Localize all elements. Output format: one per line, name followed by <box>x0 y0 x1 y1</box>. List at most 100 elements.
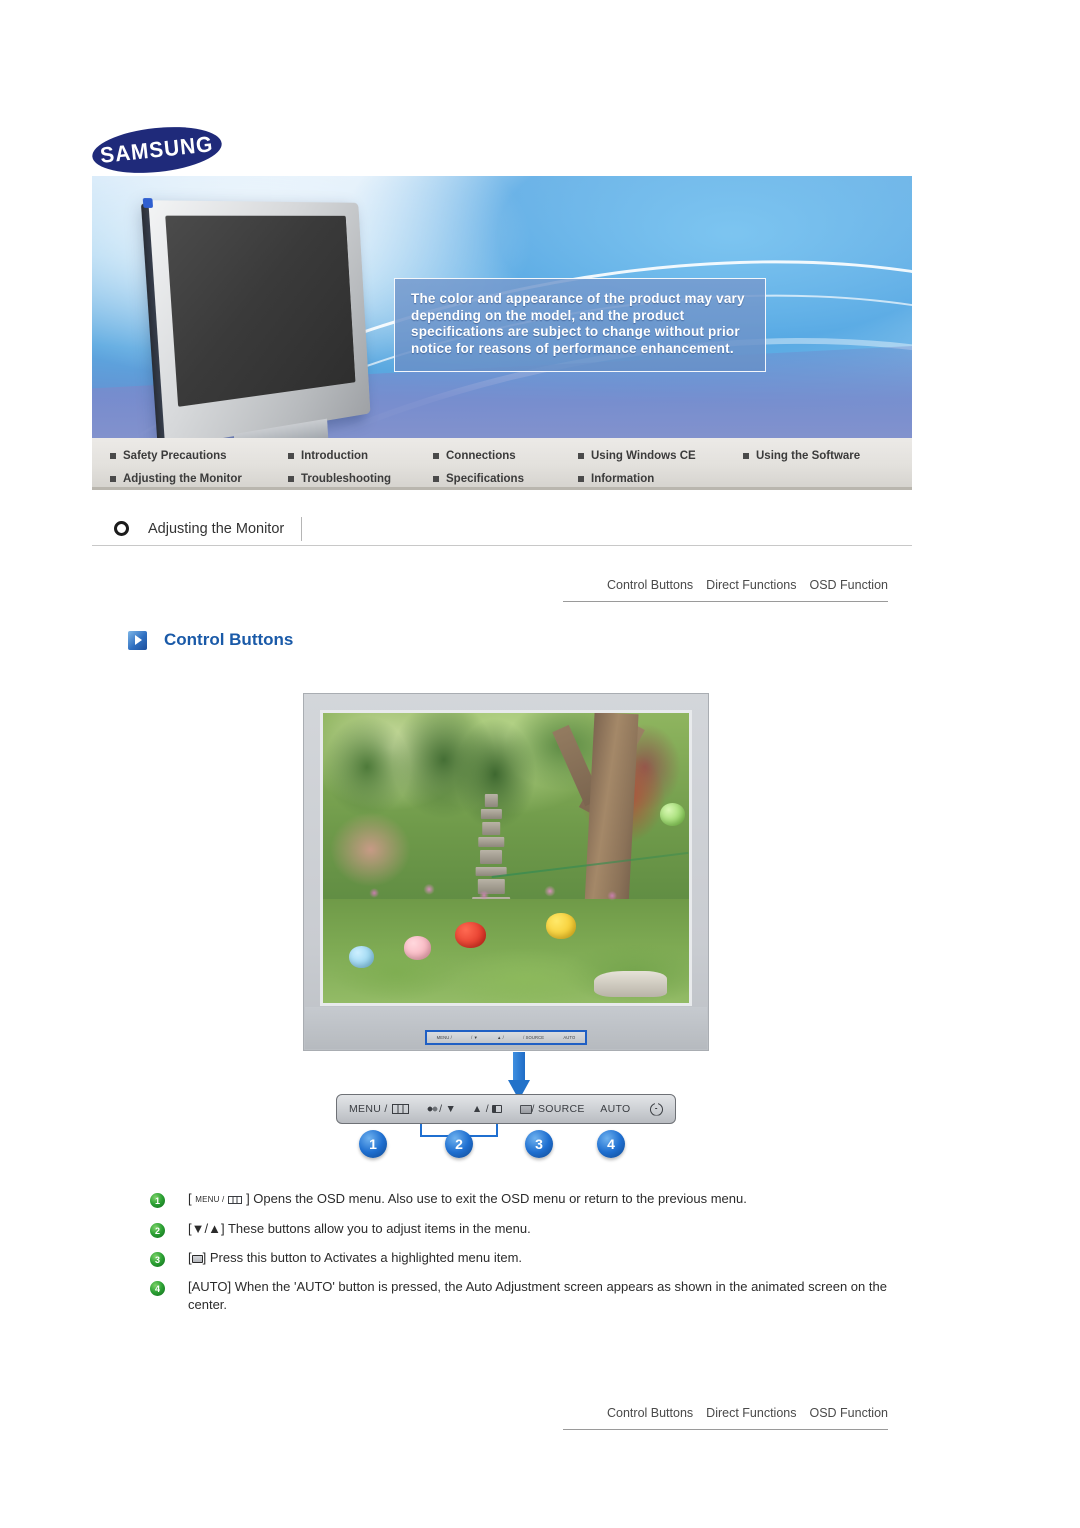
nav-item-using-windows-ce[interactable]: Using Windows CE <box>578 450 743 462</box>
square-bullet-icon <box>578 452 584 459</box>
nav-label: Introduction <box>301 449 369 462</box>
strip-source-label: / SOURCE <box>523 1035 545 1040</box>
down-arrow-icon <box>508 1052 530 1100</box>
breadcrumb-bottom: Control Buttons Direct Functions OSD Fun… <box>563 1400 888 1430</box>
square-bullet-icon <box>433 452 439 459</box>
enter-icon <box>519 1104 532 1114</box>
inline-menu-label: MENU / <box>195 1195 225 1204</box>
page-title-text: Control Buttons <box>164 630 294 649</box>
menu-button-label: MENU / <box>349 1103 388 1115</box>
photo-rock <box>593 971 668 998</box>
square-bullet-icon <box>288 452 294 459</box>
callout-badge-3: 3 <box>525 1130 553 1158</box>
nav-item-connections[interactable]: Connections <box>433 450 578 462</box>
monitor-button-strip-highlight[interactable]: MENU / / ▼ ▲ / / SOURCE AUTO <box>425 1030 587 1045</box>
osd-menu-icon <box>391 1104 409 1114</box>
logo-ellipse: SAMSUNG <box>90 121 224 179</box>
callout-badge-4: 4 <box>597 1130 625 1158</box>
nav-item-using-the-software[interactable]: Using the Software <box>743 450 860 462</box>
monitor-bottom-bezel: MENU / / ▼ ▲ / / SOURCE AUTO <box>305 1007 707 1049</box>
hero-monitor-image <box>140 197 371 438</box>
description-item-2: 2 [▼/▲] These buttons allow you to adjus… <box>150 1220 890 1238</box>
description-body: ] Press this button to Activates a highl… <box>202 1250 523 1265</box>
strip-up-label: ▲ / <box>497 1035 504 1040</box>
monitor-illustration: MENU / / ▼ ▲ / / SOURCE AUTO <box>303 693 709 1051</box>
volume-icon <box>491 1105 502 1113</box>
nav-label: Information <box>591 472 655 485</box>
down-button[interactable]: / ▼ <box>426 1103 456 1115</box>
nav-item-specifications[interactable]: Specifications <box>433 473 578 485</box>
photo-lantern-red <box>454 921 486 948</box>
play-arrow-icon <box>128 630 147 650</box>
list-badge-4: 4 <box>150 1281 165 1296</box>
down-button-label: / ▼ <box>439 1103 457 1115</box>
square-bullet-icon <box>578 475 584 482</box>
square-bullet-icon <box>288 475 294 482</box>
square-bullet-icon <box>743 452 749 459</box>
up-button-label: ▲ / <box>471 1103 489 1115</box>
source-button-label: / SOURCE <box>531 1103 585 1115</box>
power-button[interactable] <box>649 1102 663 1116</box>
menu-button[interactable]: MENU / <box>349 1103 409 1115</box>
nav-item-safety-precautions[interactable]: Safety Precautions <box>110 450 288 462</box>
crumb-control-buttons[interactable]: Control Buttons <box>607 1406 693 1420</box>
monitor-display-area <box>320 710 692 1006</box>
list-badge-2: 2 <box>150 1223 165 1238</box>
list-badge-3: 3 <box>150 1252 165 1267</box>
nav-label: Using Windows CE <box>591 449 696 462</box>
hero-banner: The color and appearance of the product … <box>92 176 912 438</box>
nav-label: Safety Precautions <box>123 449 227 462</box>
square-bullet-icon <box>110 475 116 482</box>
monitor-led-icon <box>142 197 154 208</box>
callout-badge-1: 1 <box>359 1130 387 1158</box>
source-button[interactable]: / SOURCE <box>519 1103 585 1115</box>
arrow-shaft <box>513 1052 525 1082</box>
description-item-1: 1 [ MENU / ] Opens the OSD menu. Also us… <box>150 1190 890 1209</box>
logo-text: SAMSUNG <box>99 131 215 168</box>
nav-row-2: Adjusting the Monitor Troubleshooting Sp… <box>92 467 912 490</box>
button-descriptions: 1 [ MENU / ] Opens the OSD menu. Also us… <box>150 1190 890 1325</box>
nav-item-troubleshooting[interactable]: Troubleshooting <box>288 473 433 485</box>
strip-auto-label: AUTO <box>563 1035 576 1040</box>
square-bullet-icon <box>433 475 439 482</box>
enter-icon <box>191 1255 203 1263</box>
nav-item-adjusting-the-monitor[interactable]: Adjusting the Monitor <box>110 473 288 485</box>
osd-menu-icon <box>228 1196 243 1204</box>
power-icon <box>649 1102 663 1116</box>
description-item-4: 4 [AUTO] When the 'AUTO' button is press… <box>150 1278 890 1314</box>
nav-label: Using the Software <box>756 449 861 462</box>
brightness-icon <box>426 1104 440 1114</box>
bracket-open: [ <box>188 1191 192 1206</box>
description-body: ] Opens the OSD menu. Also use to exit t… <box>246 1191 747 1206</box>
description-text-2: [▼/▲] These buttons allow you to adjust … <box>188 1221 531 1236</box>
auto-button-label: AUTO <box>600 1103 631 1115</box>
photo-lantern-green <box>659 802 686 827</box>
description-text-4: [AUTO] When the 'AUTO' button is pressed… <box>188 1279 887 1312</box>
crumb-osd-function[interactable]: OSD Function <box>809 1406 888 1420</box>
monitor-bezel <box>148 200 371 438</box>
square-bullet-icon <box>110 452 116 459</box>
nav-label: Troubleshooting <box>301 472 392 485</box>
crumb-control-buttons[interactable]: Control Buttons <box>607 578 693 592</box>
monitor-screen-dark <box>165 215 356 407</box>
nav-label: Adjusting the Monitor <box>123 472 242 485</box>
crumb-direct-functions[interactable]: Direct Functions <box>706 578 796 592</box>
crumb-direct-functions[interactable]: Direct Functions <box>706 1406 796 1420</box>
callout-badge-2: 2 <box>445 1130 473 1158</box>
nav-item-information[interactable]: Information <box>578 473 654 485</box>
photo-flowers <box>323 869 689 916</box>
nav-label: Connections <box>446 449 516 462</box>
strip-down-label: / ▼ <box>471 1035 478 1040</box>
description-item-3: 3 [] Press this button to Activates a hi… <box>150 1249 890 1267</box>
photo-lantern-yellow <box>546 913 576 940</box>
breadcrumb-top: Control Buttons Direct Functions OSD Fun… <box>563 572 888 602</box>
description-text-1: [ MENU / ] Opens the OSD menu. Also use … <box>188 1190 747 1209</box>
nav-row-1: Safety Precautions Introduction Connecti… <box>92 444 912 467</box>
nav-item-introduction[interactable]: Introduction <box>288 450 433 462</box>
auto-button[interactable]: AUTO <box>600 1103 630 1115</box>
crumb-osd-function[interactable]: OSD Function <box>809 578 888 592</box>
photo-lantern-pink <box>403 936 431 960</box>
control-button-panel: MENU / / ▼ ▲ / / SOURCE AUTO <box>336 1094 676 1124</box>
up-button[interactable]: ▲ / <box>472 1103 502 1115</box>
garden-photo <box>323 713 689 1003</box>
